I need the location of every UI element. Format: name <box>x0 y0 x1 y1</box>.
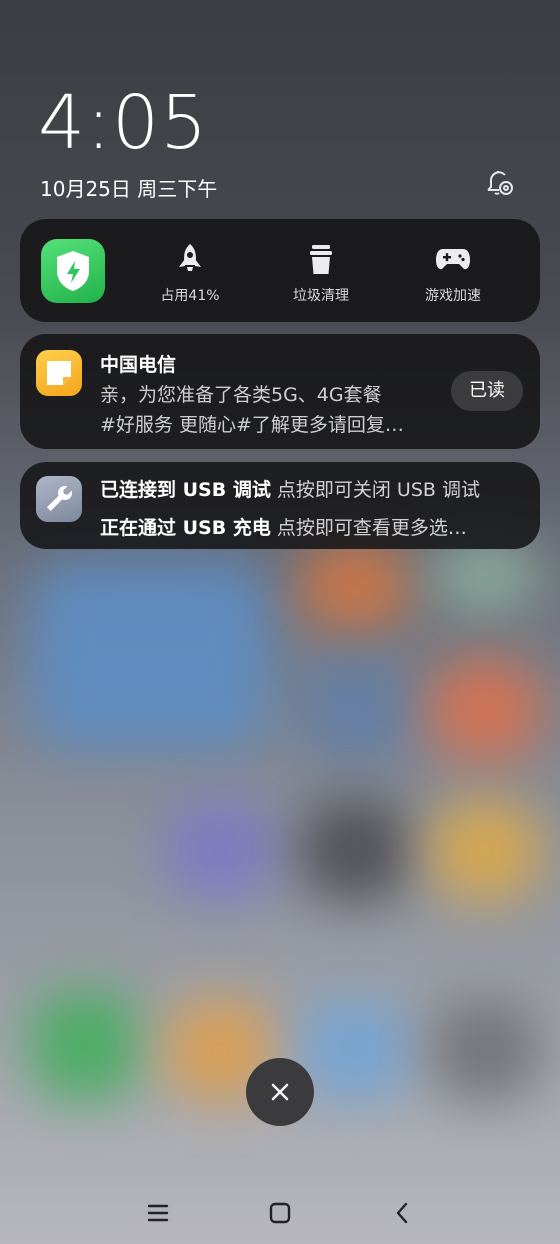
shield-bolt-icon <box>57 251 89 291</box>
usb-debug-subtext: 点按即可关闭 USB 调试 <box>276 479 480 501</box>
blurred-background-widget <box>30 560 270 750</box>
usb-charging-subtext: 点按即可查看更多选… <box>276 517 467 539</box>
notification-title: 中国电信 <box>100 354 177 376</box>
usb-debug-line: 已连接到 USB 调试 点按即可关闭 USB 调试 <box>100 475 480 502</box>
gamepad-icon <box>436 249 470 270</box>
date-label: 10月25日 周三下午 <box>40 177 218 201</box>
home-button[interactable] <box>265 1198 295 1228</box>
junk-clean-label: 垃圾清理 <box>293 288 349 304</box>
bell-settings-icon <box>487 171 513 195</box>
mark-read-button[interactable]: 已读 <box>451 371 523 411</box>
memory-boost-button[interactable]: 占用41% <box>135 241 245 305</box>
note-icon <box>47 361 71 385</box>
clear-notifications-button[interactable] <box>246 1058 314 1126</box>
blurred-background-app <box>430 540 540 610</box>
telecom-app-icon <box>36 350 82 396</box>
home-square-icon <box>269 1202 291 1224</box>
blurred-background-app <box>430 1000 540 1100</box>
blurred-background-app <box>430 660 540 760</box>
usb-debug-title: 已连接到 USB 调试 <box>100 479 271 501</box>
lock-clock: 4:05 <box>38 80 209 166</box>
memory-usage-label: 占用41% <box>160 288 220 304</box>
close-icon <box>271 1083 289 1101</box>
trash-icon <box>310 245 332 274</box>
notification-text-line1: 亲，为您准备了各类5G、4G套餐 <box>100 384 382 406</box>
blurred-background-app <box>300 1000 410 1100</box>
blurred-background-app <box>300 800 410 900</box>
rocket-icon <box>179 244 201 271</box>
back-chevron-icon <box>396 1202 408 1224</box>
menu-icon <box>147 1204 169 1222</box>
wrench-icon <box>47 486 72 511</box>
blurred-background-app <box>30 990 140 1100</box>
settings-app-icon <box>36 476 82 522</box>
navigation-bar <box>0 1184 560 1244</box>
usb-charging-title: 正在通过 USB 充电 <box>100 517 271 539</box>
blurred-background-app <box>300 660 410 760</box>
quick-actions-panel: 占用41% 垃圾清理 游戏加速 <box>20 219 540 322</box>
game-boost-label: 游戏加速 <box>425 288 481 304</box>
game-boost-button[interactable]: 游戏加速 <box>398 241 508 305</box>
notification-telecom[interactable]: 中国电信 亲，为您准备了各类5G、4G套餐 #好服务 更随心#了解更多请回复… … <box>20 334 540 449</box>
junk-clean-button[interactable]: 垃圾清理 <box>266 241 376 305</box>
security-app-button[interactable] <box>41 239 105 303</box>
back-button[interactable] <box>387 1198 417 1228</box>
notification-settings-button[interactable] <box>482 166 516 200</box>
blurred-background-app <box>165 800 275 900</box>
blurred-background-app <box>430 800 540 900</box>
recents-button[interactable] <box>143 1198 173 1228</box>
notification-usb[interactable]: 已连接到 USB 调试 点按即可关闭 USB 调试 正在通过 USB 充电 点按… <box>20 462 540 549</box>
usb-charging-line: 正在通过 USB 充电 点按即可查看更多选… <box>100 513 467 540</box>
notification-text-line2: #好服务 更随心#了解更多请回复… <box>100 414 404 436</box>
blurred-background-app <box>300 540 410 630</box>
